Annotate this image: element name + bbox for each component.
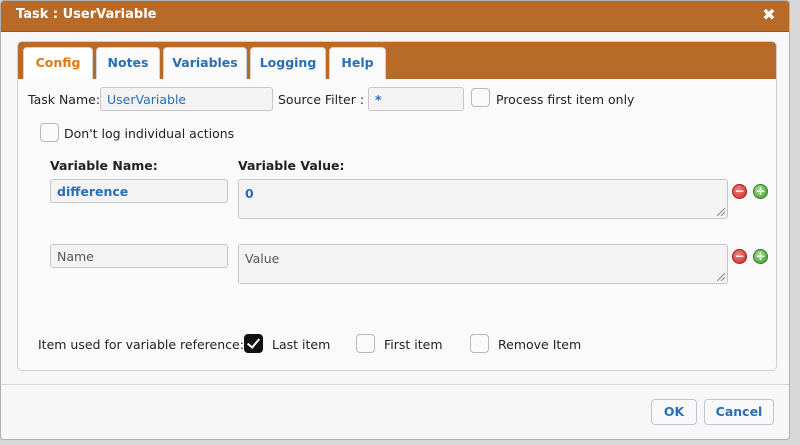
last-item-checkbox[interactable] [244,334,263,353]
dialog-title: Task : UserVariable [16,7,157,22]
remove-variable-icon[interactable]: − [732,249,747,264]
variable-value-textarea[interactable]: 0 [238,179,728,219]
tab-logging[interactable]: Logging [250,47,326,79]
tab-variables[interactable]: Variables [163,47,247,79]
remove-item-label: Remove Item [498,337,582,352]
dialog-titlebar[interactable]: Task : UserVariable ✖ [1,1,789,32]
task-dialog: Task : UserVariable ✖ Config Notes Varia… [0,0,790,440]
resize-grip-icon[interactable] [717,208,725,216]
close-icon[interactable]: ✖ [761,4,777,26]
variable-name-header: Variable Name: [50,158,158,173]
tab-bar: Config Notes Variables Logging Help [18,42,776,79]
source-filter-input[interactable]: * [368,87,464,111]
first-item-checkbox[interactable] [356,334,375,353]
remove-variable-icon[interactable]: − [732,184,747,199]
add-variable-icon[interactable]: + [753,249,768,264]
config-panel: Config Notes Variables Logging Help Task… [17,41,777,371]
variable-value-textarea-empty[interactable]: Value [238,244,728,284]
cancel-button[interactable]: Cancel [704,399,774,425]
variable-name-input[interactable]: difference [50,179,228,203]
process-first-checkbox[interactable] [471,88,490,107]
variable-value-header: Variable Value: [238,158,345,173]
dont-log-label: Don't log individual actions [64,126,235,141]
tab-notes[interactable]: Notes [96,47,160,79]
last-item-label: Last item [272,337,331,352]
footer-divider [1,384,789,385]
variable-name-input-empty[interactable]: Name [50,244,228,268]
remove-item-checkbox[interactable] [470,334,489,353]
tab-config[interactable]: Config [23,47,93,79]
source-filter-label: Source Filter : [278,92,365,107]
add-variable-icon[interactable]: + [753,184,768,199]
task-name-input[interactable]: UserVariable [100,87,273,111]
variable-value-placeholder: Value [245,251,280,266]
resize-grip-icon[interactable] [717,273,725,281]
first-item-label: First item [384,337,443,352]
reference-label: Item used for variable reference: [38,337,244,352]
variable-value-text: 0 [245,186,254,201]
tab-help[interactable]: Help [329,47,386,79]
process-first-label: Process first item only [496,92,635,107]
dont-log-checkbox[interactable] [40,123,59,142]
task-name-label: Task Name: [28,92,101,107]
ok-button[interactable]: OK [651,399,697,425]
